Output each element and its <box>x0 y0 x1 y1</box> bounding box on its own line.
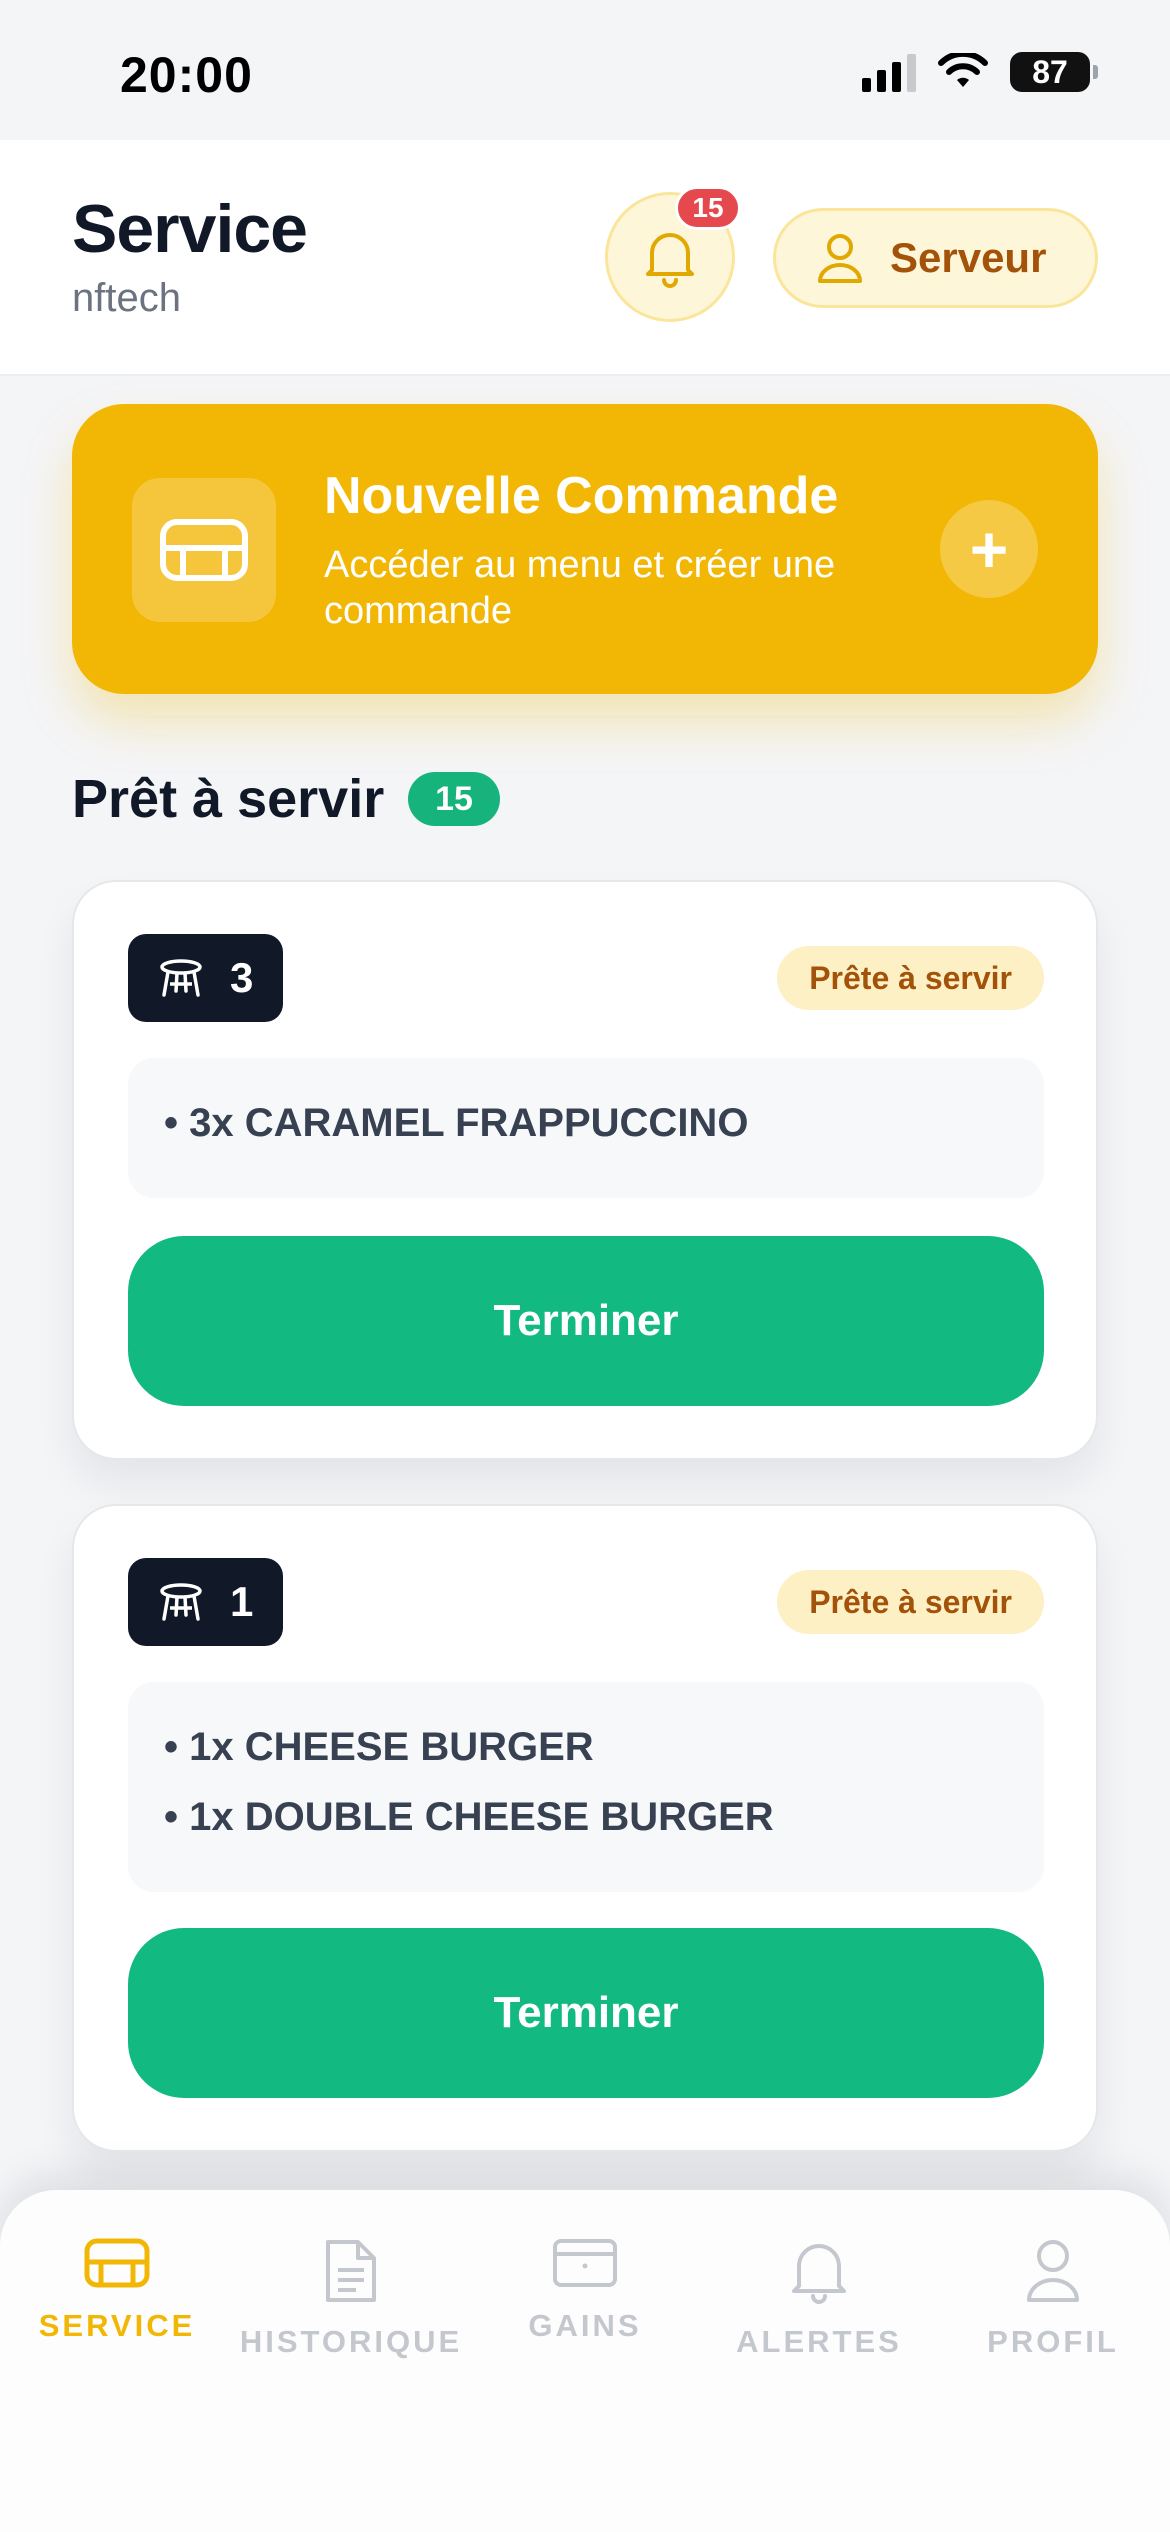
order-items-list: • 3x CARAMEL FRAPPUCCINO <box>128 1058 1044 1198</box>
order-items-list: • 1x CHEESE BURGER • 1x DOUBLE CHEESE BU… <box>128 1682 1044 1892</box>
banner-icon-container <box>132 478 276 622</box>
table-chip: 3 <box>128 934 284 1022</box>
user-icon <box>818 234 862 283</box>
order-status-badge: Prête à servir <box>777 1570 1044 1634</box>
nav-item-gains[interactable]: GAINS <box>468 2238 702 2344</box>
section-title: Prêt à servir <box>72 769 385 829</box>
notification-count-badge: 15 <box>675 186 741 230</box>
app-screen: 20:00 87 Service nftech 15 Serveur Nouve… <box>0 0 1170 2532</box>
order-card: 3 Prête à servir • 3x CARAMEL FRAPPUCCIN… <box>72 880 1098 1460</box>
finish-order-button[interactable]: Terminer <box>128 1928 1044 2098</box>
new-order-banner[interactable]: Nouvelle Commande Accéder au menu et cré… <box>72 404 1098 694</box>
cellular-signal-icon <box>862 52 916 92</box>
table-icon <box>160 959 202 997</box>
table-number: 1 <box>230 1578 254 1625</box>
bottom-navigation: SERVICE HISTORIQUE GAINS ALERTES PROFIL <box>0 2190 1170 2532</box>
status-indicators: 87 <box>862 52 1098 92</box>
section-count-badge: 15 <box>408 772 500 826</box>
order-status-badge: Prête à servir <box>777 946 1044 1010</box>
nav-item-service[interactable]: SERVICE <box>0 2238 234 2344</box>
nav-label: HISTORIQUE <box>239 2324 463 2359</box>
banner-subtitle: Accéder au menu et créer une commande <box>324 544 836 632</box>
role-button[interactable]: Serveur <box>773 208 1098 308</box>
role-label: Serveur <box>890 234 1047 281</box>
plus-icon[interactable]: + <box>940 500 1038 598</box>
nav-label: PROFIL <box>987 2324 1119 2359</box>
wifi-icon <box>938 53 988 87</box>
status-bar: 20:00 87 <box>0 0 1170 140</box>
table-number: 3 <box>230 954 254 1001</box>
wallet-icon <box>553 2239 617 2287</box>
finish-order-button[interactable]: Terminer <box>128 1236 1044 1406</box>
sofa-icon <box>160 519 248 581</box>
order-item: • 1x CHEESE BURGER <box>164 1725 594 1769</box>
document-icon <box>326 2240 376 2302</box>
table-icon <box>160 1583 202 1621</box>
table-chip: 1 <box>128 1558 284 1646</box>
sofa-icon <box>84 2238 150 2288</box>
order-item: • 3x CARAMEL FRAPPUCCINO <box>164 1101 749 1145</box>
nav-label: SERVICE <box>38 2308 196 2343</box>
nav-item-alertes[interactable]: ALERTES <box>702 2238 936 2360</box>
status-time: 20:00 <box>120 47 253 103</box>
order-card: 1 Prête à servir • 1x CHEESE BURGER • 1x… <box>72 1504 1098 2152</box>
nav-item-historique[interactable]: HISTORIQUE <box>234 2238 468 2360</box>
banner-title: Nouvelle Commande <box>324 467 839 525</box>
app-header: Service nftech 15 Serveur <box>0 140 1170 376</box>
nav-label: ALERTES <box>736 2324 902 2359</box>
order-item: • 1x DOUBLE CHEESE BURGER <box>164 1795 774 1839</box>
bell-icon <box>792 2244 846 2304</box>
battery-icon: 87 <box>1010 52 1098 92</box>
bell-icon <box>646 233 694 288</box>
nav-label: GAINS <box>528 2308 642 2343</box>
page-title: Service <box>72 191 308 267</box>
nav-item-profil[interactable]: PROFIL <box>936 2238 1170 2360</box>
restaurant-name: nftech <box>72 276 181 320</box>
user-icon <box>1027 2240 1079 2302</box>
